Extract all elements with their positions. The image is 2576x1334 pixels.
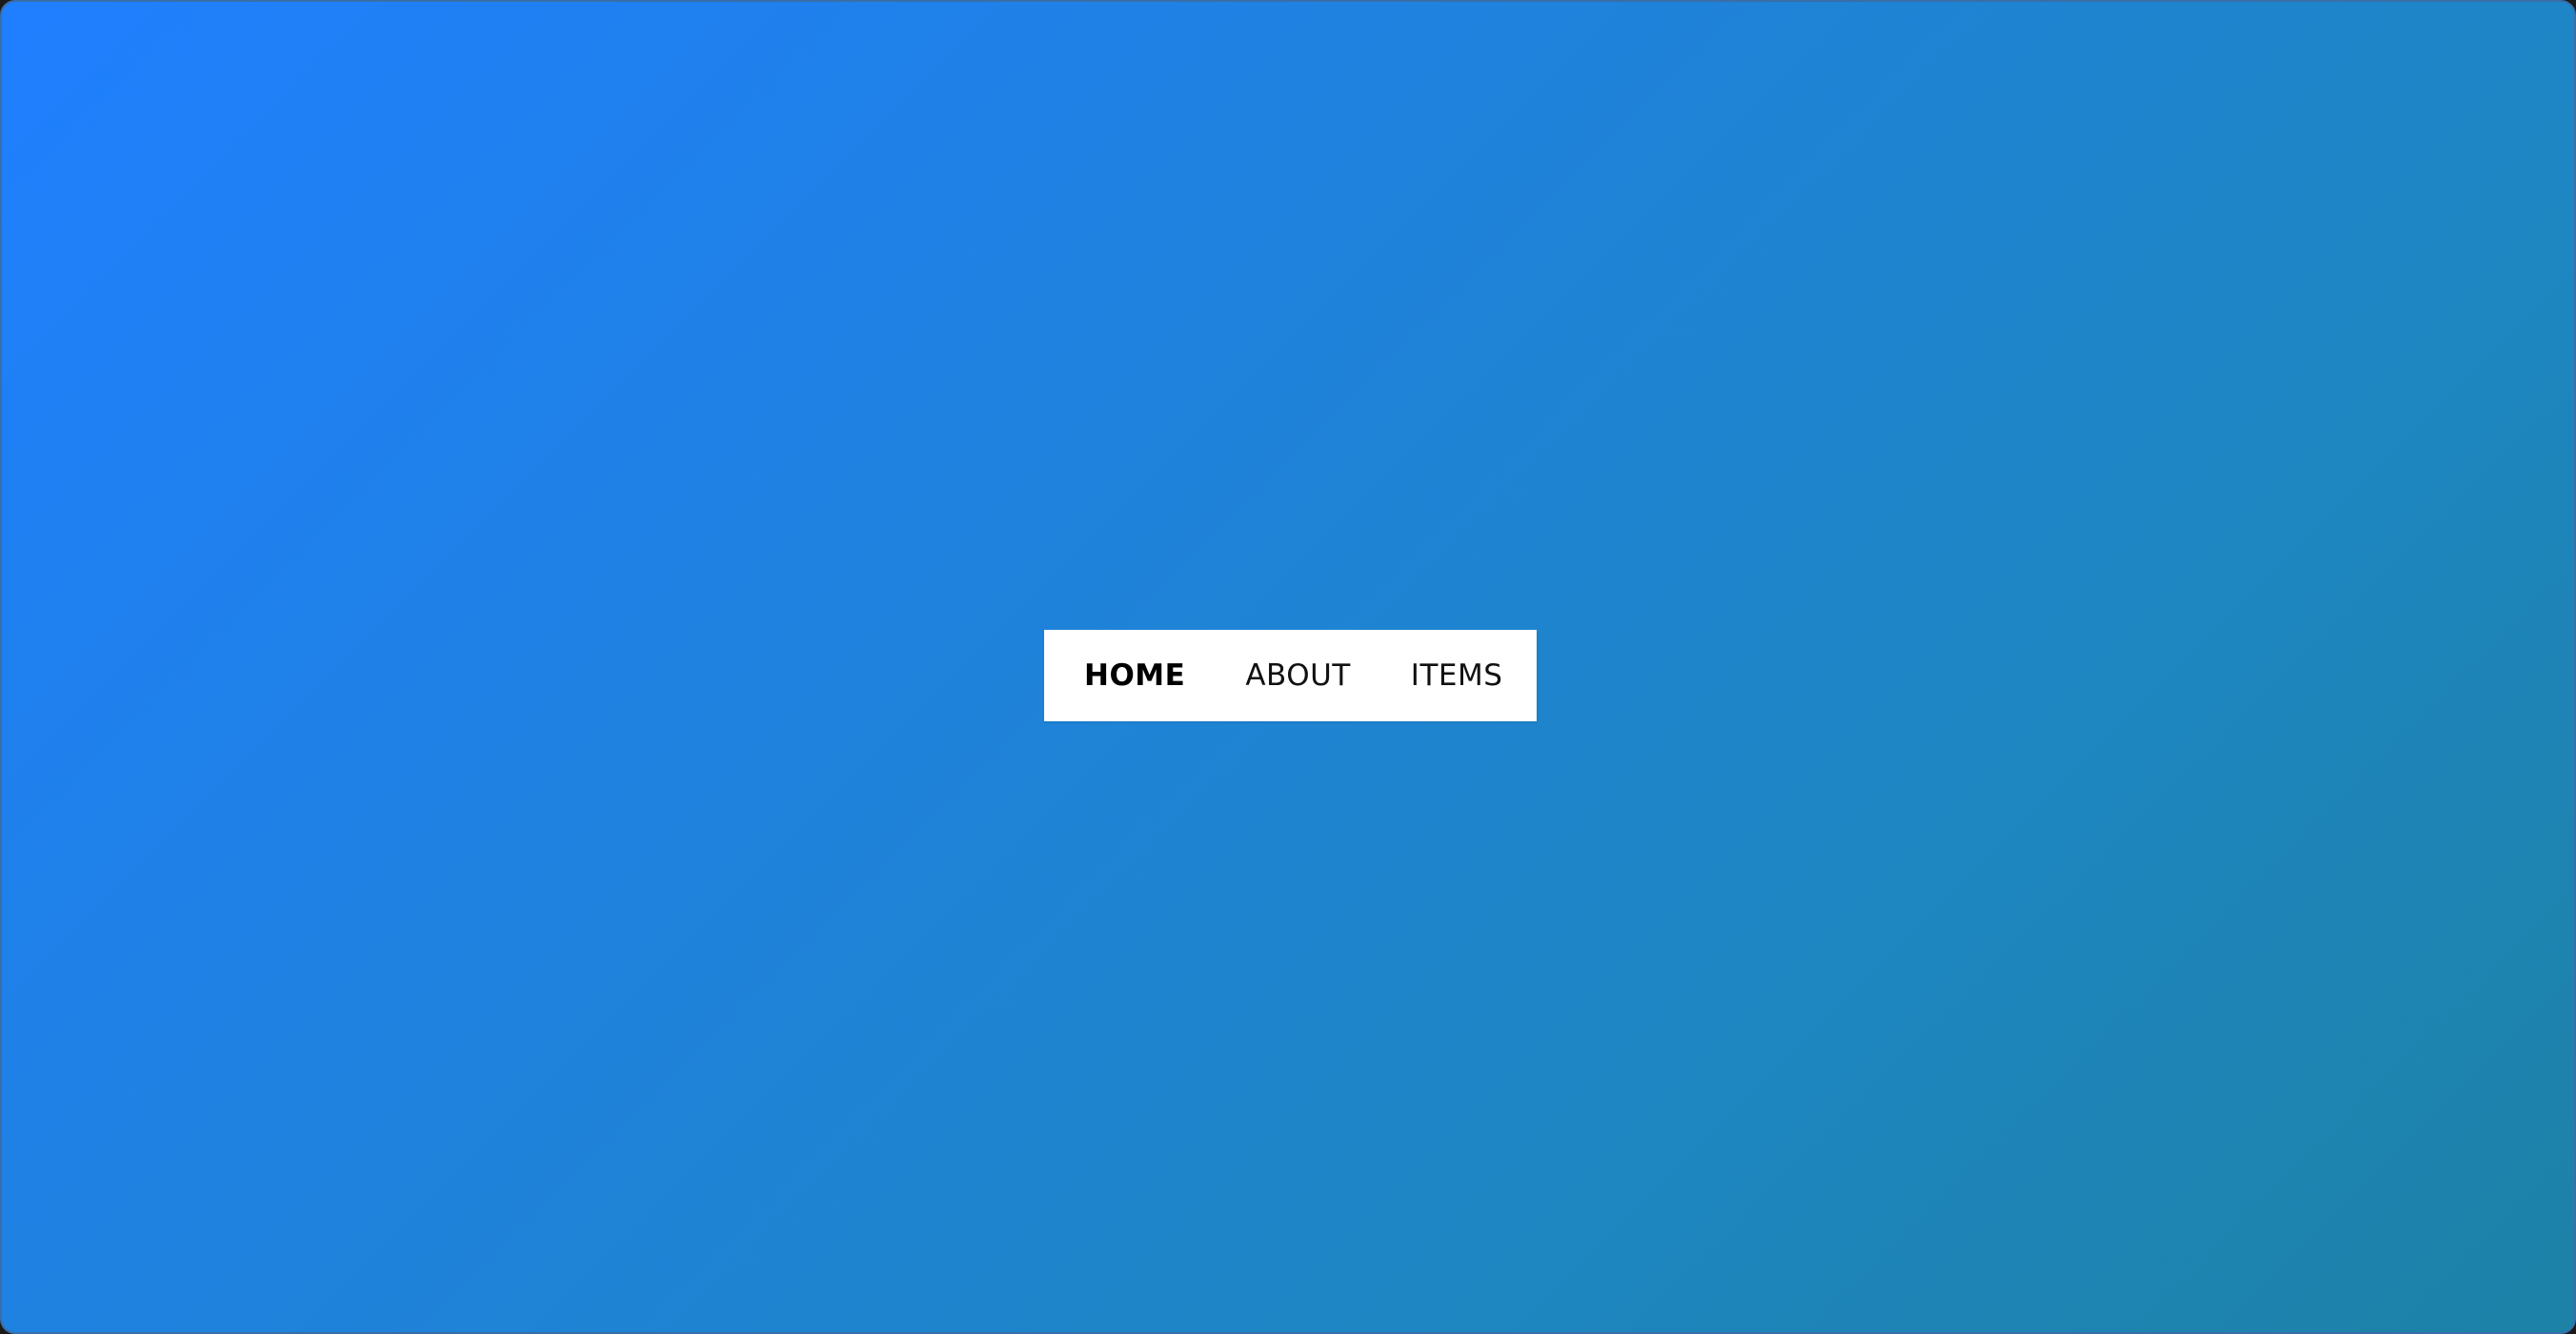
page-background: HOME ABOUT ITEMS bbox=[0, 0, 2576, 1334]
nav-item-home[interactable]: HOME bbox=[1084, 660, 1185, 691]
nav-item-about[interactable]: ABOUT bbox=[1245, 660, 1350, 691]
main-nav: HOME ABOUT ITEMS bbox=[1044, 630, 1537, 721]
nav-item-items[interactable]: ITEMS bbox=[1411, 660, 1503, 691]
